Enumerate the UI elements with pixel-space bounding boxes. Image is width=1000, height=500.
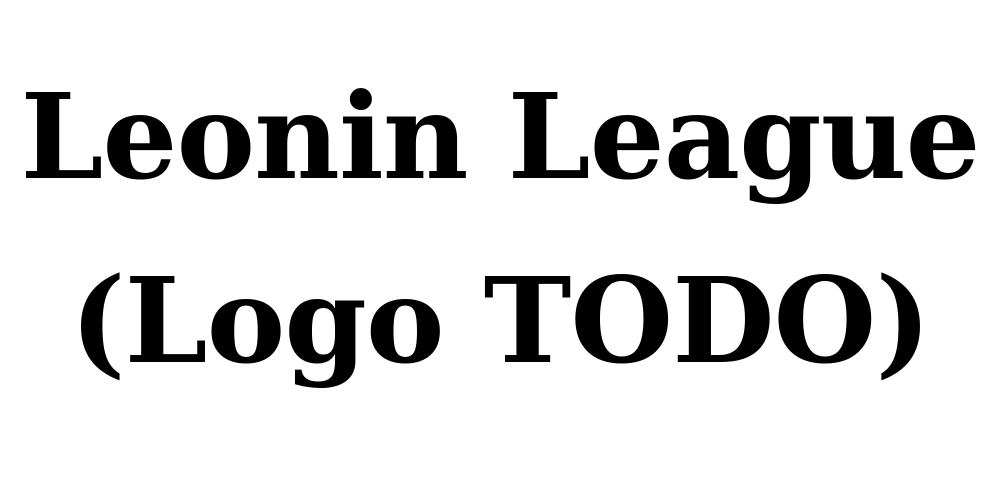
- logo-todo-line: (Logo TODO): [69, 251, 931, 390]
- logo-placeholder: Leonin League (Logo TODO): [0, 0, 1000, 500]
- logo-title-line: Leonin League: [20, 67, 980, 206]
